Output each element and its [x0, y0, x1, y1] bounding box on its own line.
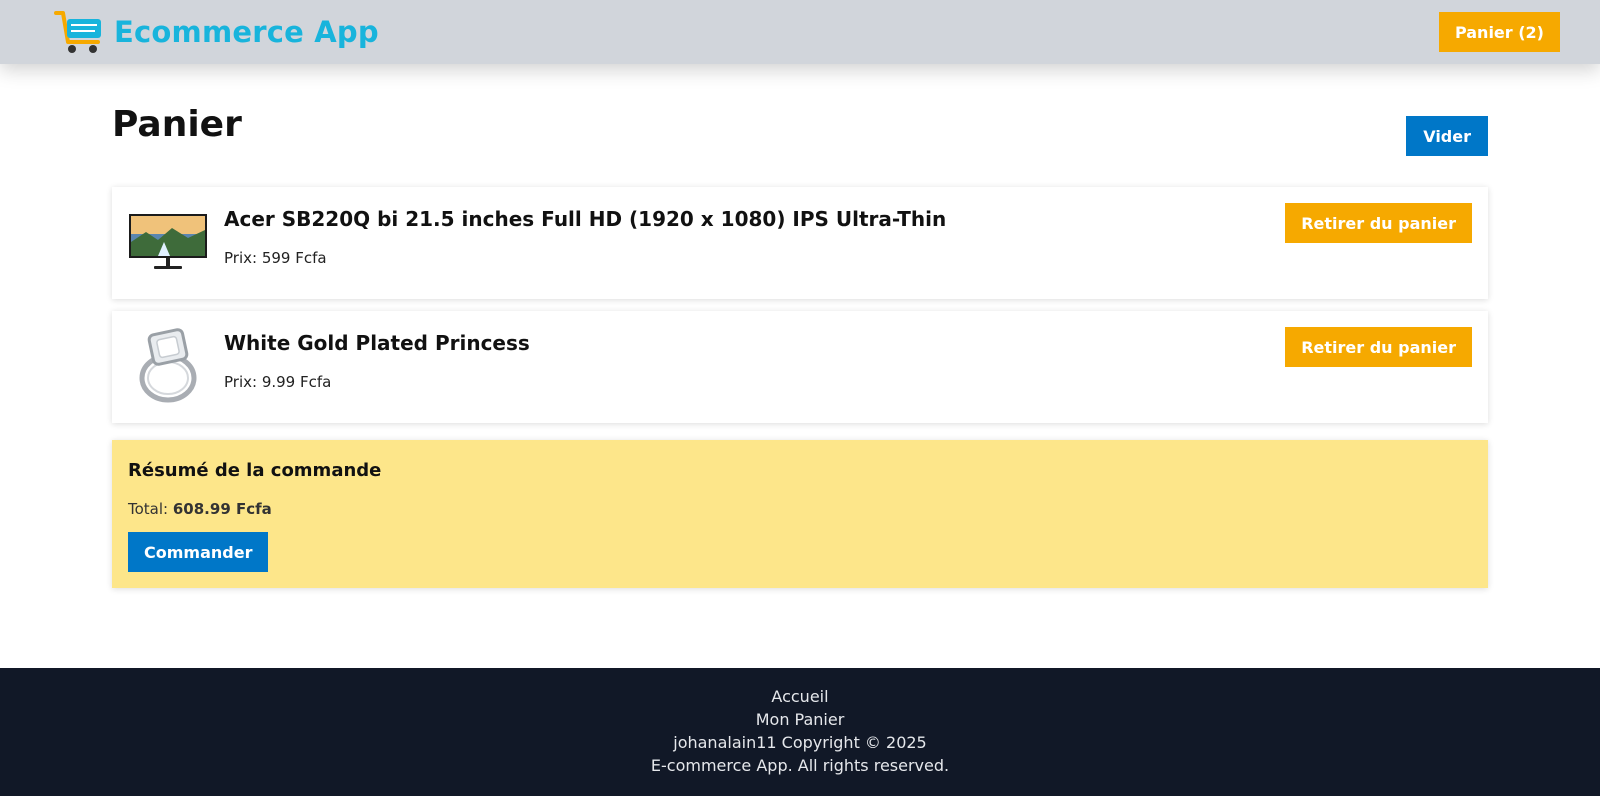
total-label: Total:: [128, 500, 169, 518]
brand-title[interactable]: Ecommerce App: [114, 15, 379, 49]
total-value: 608.99 Fcfa: [172, 500, 272, 518]
cart-button[interactable]: Panier (2): [1438, 12, 1560, 52]
summary-title: Résumé de la commande: [128, 460, 382, 481]
order-total: Total: 608.99 Fcfa: [128, 500, 272, 518]
item-title: White Gold Plated Princess: [224, 331, 530, 355]
monitor-image: [128, 209, 208, 275]
top-navbar: Ecommerce App Panier (2): [0, 0, 1600, 64]
cart-item: Acer SB220Q bi 21.5 inches Full HD (1920…: [112, 187, 1488, 299]
item-price: Prix: 9.99 Fcfa: [224, 373, 332, 391]
footer: Accueil Mon Panier johanalain11 Copyrigh…: [0, 668, 1600, 796]
item-title: Acer SB220Q bi 21.5 inches Full HD (1920…: [224, 207, 947, 231]
ring-image: [128, 328, 208, 403]
item-price: Prix: 599 Fcfa: [224, 249, 327, 267]
remove-from-cart-button[interactable]: Retirer du panier: [1285, 327, 1472, 367]
clear-cart-button[interactable]: Vider: [1406, 116, 1488, 156]
cart-item: White Gold Plated Princess Prix: 9.99 Fc…: [112, 311, 1488, 423]
copyright-text: johanalain11 Copyright © 2025: [673, 733, 927, 752]
rights-text: E-commerce App. All rights reserved.: [650, 756, 950, 775]
shopping-cart-icon: [54, 10, 106, 54]
brand[interactable]: Ecommerce App: [54, 10, 379, 54]
checkout-button[interactable]: Commander: [128, 532, 269, 572]
footer-link-home[interactable]: Accueil: [0, 687, 1600, 706]
remove-from-cart-button[interactable]: Retirer du panier: [1285, 203, 1472, 243]
page-title: Panier: [112, 104, 242, 145]
order-summary: Résumé de la commande Total: 608.99 Fcfa…: [112, 440, 1488, 588]
footer-link-cart[interactable]: Mon Panier: [0, 710, 1600, 729]
